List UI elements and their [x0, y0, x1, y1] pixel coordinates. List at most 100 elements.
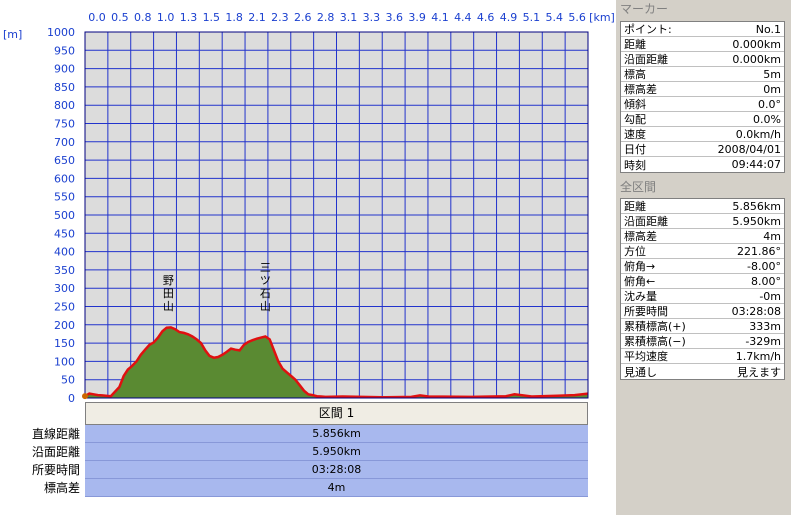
y-tick-label: 200: [54, 319, 75, 332]
row-value: 0.0°: [758, 97, 781, 111]
y-tick-label: 100: [54, 355, 75, 368]
row-label: 速度: [624, 128, 646, 141]
segment-table-value: 03:28:08: [85, 461, 588, 479]
row-value: -8.00°: [747, 259, 781, 273]
row-value: 333m: [749, 319, 781, 333]
x-tick-label: 5.4: [546, 11, 564, 24]
x-tick-label: 3.9: [408, 11, 426, 24]
row-value: 09:44:07: [731, 158, 781, 171]
x-tick-label: 2.8: [317, 11, 335, 24]
elevation-chart: 1000950900850800750700650600550500450400…: [3, 11, 615, 402]
peak-label-char: 田: [163, 287, 174, 300]
row-value: 8.00°: [751, 274, 781, 288]
row-label: 沈み量: [624, 290, 657, 303]
peak-label-char: 野: [163, 274, 174, 287]
segment-table-label: 直線距離: [31, 427, 80, 441]
panel-row: 平均速度 1.7km/h: [621, 349, 784, 364]
y-tick-label: 700: [54, 136, 75, 149]
y-tick-label: 450: [54, 227, 75, 240]
panel-row: 傾斜 0.0°: [621, 97, 784, 112]
row-value: 0.000km: [732, 37, 781, 51]
row-label: 方位: [624, 245, 646, 258]
row-value: 5.950km: [732, 214, 781, 228]
row-label: 見通し: [624, 365, 657, 379]
panel-row: 日付 2008/04/01: [621, 142, 784, 157]
row-value: 1.7km/h: [735, 349, 781, 363]
y-tick-label: 550: [54, 191, 75, 204]
row-label: 標高差: [624, 83, 657, 96]
panel-row: 標高差 4m: [621, 229, 784, 244]
panel-row: 沈み量 -0m: [621, 289, 784, 304]
x-tick-label: 4.4: [454, 11, 472, 24]
row-label: 累積標高(+): [624, 320, 686, 333]
panel-row: 累積標高(+) 333m: [621, 319, 784, 334]
panel-row: 沿面距離 0.000km: [621, 52, 784, 67]
start-marker-icon: [82, 393, 88, 400]
peak-label-char: 石: [260, 287, 271, 300]
marker-panel: ポイント: No.1 距離 0.000km 沿面距離 0.000km 標高 5m 標高差 0m 傾斜…: [620, 21, 785, 173]
panel-row: 時刻 09:44:07: [621, 157, 784, 172]
row-value: 5.856km: [732, 199, 781, 213]
y-tick-label: 350: [54, 264, 75, 277]
x-tick-label: 1.8: [225, 11, 243, 24]
panel-row: 方位 221.86°: [621, 244, 784, 259]
section-panel: 距離 5.856km 沿面距離 5.950km 標高差 4m 方位 221.86° 俯角→ -8.…: [620, 198, 785, 380]
x-tick-label: 1.0: [157, 11, 175, 24]
segment-table-label: 標高差: [43, 481, 80, 495]
panel-row: 速度 0.0km/h: [621, 127, 784, 142]
x-tick-label: 4.1: [431, 11, 449, 24]
segment-table-value: 5.856km: [85, 425, 588, 443]
peak-label-char: 三: [260, 261, 271, 274]
segment-tab-1[interactable]: 区間 1: [85, 402, 588, 425]
y-tick-label: 900: [54, 63, 75, 76]
y-tick-label: 800: [54, 99, 75, 112]
row-value: 0m: [763, 82, 781, 96]
row-label: 距離: [624, 38, 646, 51]
x-tick-label: 2.6: [294, 11, 312, 24]
panel-row: 距離 0.000km: [621, 37, 784, 52]
row-label: 傾斜: [624, 98, 646, 111]
row-value: No.1: [755, 22, 781, 36]
x-tick-label: 4.6: [477, 11, 495, 24]
row-label: 平均速度: [624, 350, 668, 363]
x-tick-label: 3.3: [363, 11, 381, 24]
segment-table-value: 4m: [85, 479, 588, 497]
row-label: 俯角→: [624, 260, 656, 273]
y-tick-label: 250: [54, 301, 75, 314]
row-value: 5m: [763, 67, 781, 81]
row-label: 勾配: [624, 113, 646, 126]
row-value: 2008/04/01: [717, 142, 781, 156]
row-label: 距離: [624, 200, 646, 213]
x-tick-label: 2.3: [271, 11, 289, 24]
panel-row: 距離 5.856km: [621, 199, 784, 214]
row-value: 4m: [763, 229, 781, 243]
panel-row: 標高差 0m: [621, 82, 784, 97]
panel-row: 勾配 0.0%: [621, 112, 784, 127]
segment-table-label: 所要時間: [31, 463, 80, 477]
x-unit-label: [km]: [589, 11, 615, 24]
y-tick-label: 300: [54, 282, 75, 295]
x-tick-label: 0.0: [88, 11, 106, 24]
y-tick-label: 150: [54, 337, 75, 350]
row-value: 見えます: [737, 365, 781, 379]
x-tick-label: 5.1: [523, 11, 541, 24]
row-value: -0m: [759, 289, 781, 303]
y-tick-label: 0: [68, 392, 75, 402]
x-tick-label: 2.1: [248, 11, 266, 24]
panel-row: 沿面距離 5.950km: [621, 214, 784, 229]
peak-label-char: ツ: [260, 274, 271, 287]
segment-table-label: 沿面距離: [31, 445, 80, 459]
row-value: 0.000km: [732, 52, 781, 66]
x-tick-label: 5.6: [568, 11, 586, 24]
row-value: -329m: [745, 334, 781, 348]
row-label: 標高: [624, 68, 646, 81]
row-label: 沿面距離: [624, 215, 668, 228]
row-label: 累積標高(−): [624, 335, 686, 348]
panel-row: 累積標高(−) -329m: [621, 334, 784, 349]
row-label: 沿面距離: [624, 53, 668, 66]
peak-label-char: 山: [260, 300, 271, 313]
panel-row: 俯角→ -8.00°: [621, 259, 784, 274]
x-tick-label: 3.1: [340, 11, 358, 24]
y-unit-label: [m]: [3, 28, 22, 41]
y-tick-label: 500: [54, 209, 75, 222]
